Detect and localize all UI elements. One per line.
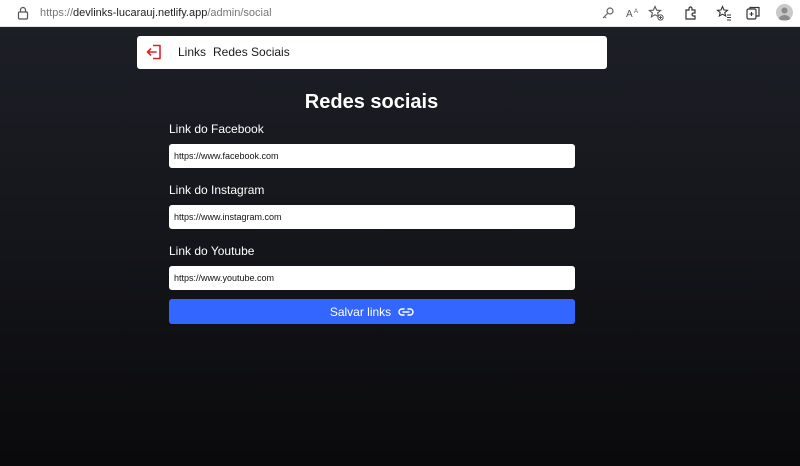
extensions-icon[interactable] [683, 5, 699, 21]
key-icon[interactable] [600, 5, 616, 21]
page-title: Redes sociais [304, 91, 439, 113]
collections-icon[interactable] [745, 5, 761, 21]
youtube-label: Link do Youtube [169, 244, 255, 258]
read-aloud-icon[interactable]: A A [625, 5, 641, 21]
svg-text:A: A [626, 9, 633, 20]
lock-icon[interactable] [17, 6, 29, 20]
link-icon [398, 307, 414, 316]
favorite-star-icon[interactable] [648, 5, 664, 21]
page-content: Links Redes Sociais Redes sociais Link d… [0, 27, 800, 466]
top-navbar: Links Redes Sociais [137, 36, 607, 69]
address-bar[interactable]: https://devlinks-lucarauj.netlify.app/ad… [40, 7, 272, 19]
instagram-input[interactable] [169, 205, 575, 229]
profile-avatar-icon[interactable] [776, 4, 793, 21]
url-scheme: https:// [40, 7, 74, 19]
logout-icon[interactable] [145, 43, 163, 61]
svg-text:A: A [634, 9, 638, 15]
nav-link-links[interactable]: Links [178, 45, 206, 59]
save-links-button[interactable]: Salvar links [169, 299, 575, 324]
facebook-label: Link do Facebook [169, 122, 264, 136]
nav-link-redes-sociais[interactable]: Redes Sociais [213, 45, 290, 59]
url-host: devlinks-lucarauj.netlify.app [73, 7, 208, 19]
url-path: /admin/social [207, 7, 272, 19]
instagram-label: Link do Instagram [169, 183, 265, 197]
save-links-label: Salvar links [329, 304, 392, 319]
browser-toolbar: https://devlinks-lucarauj.netlify.app/ad… [0, 0, 800, 27]
facebook-input[interactable] [169, 144, 575, 168]
favorites-icon[interactable] [716, 5, 732, 21]
youtube-input[interactable] [169, 266, 575, 290]
